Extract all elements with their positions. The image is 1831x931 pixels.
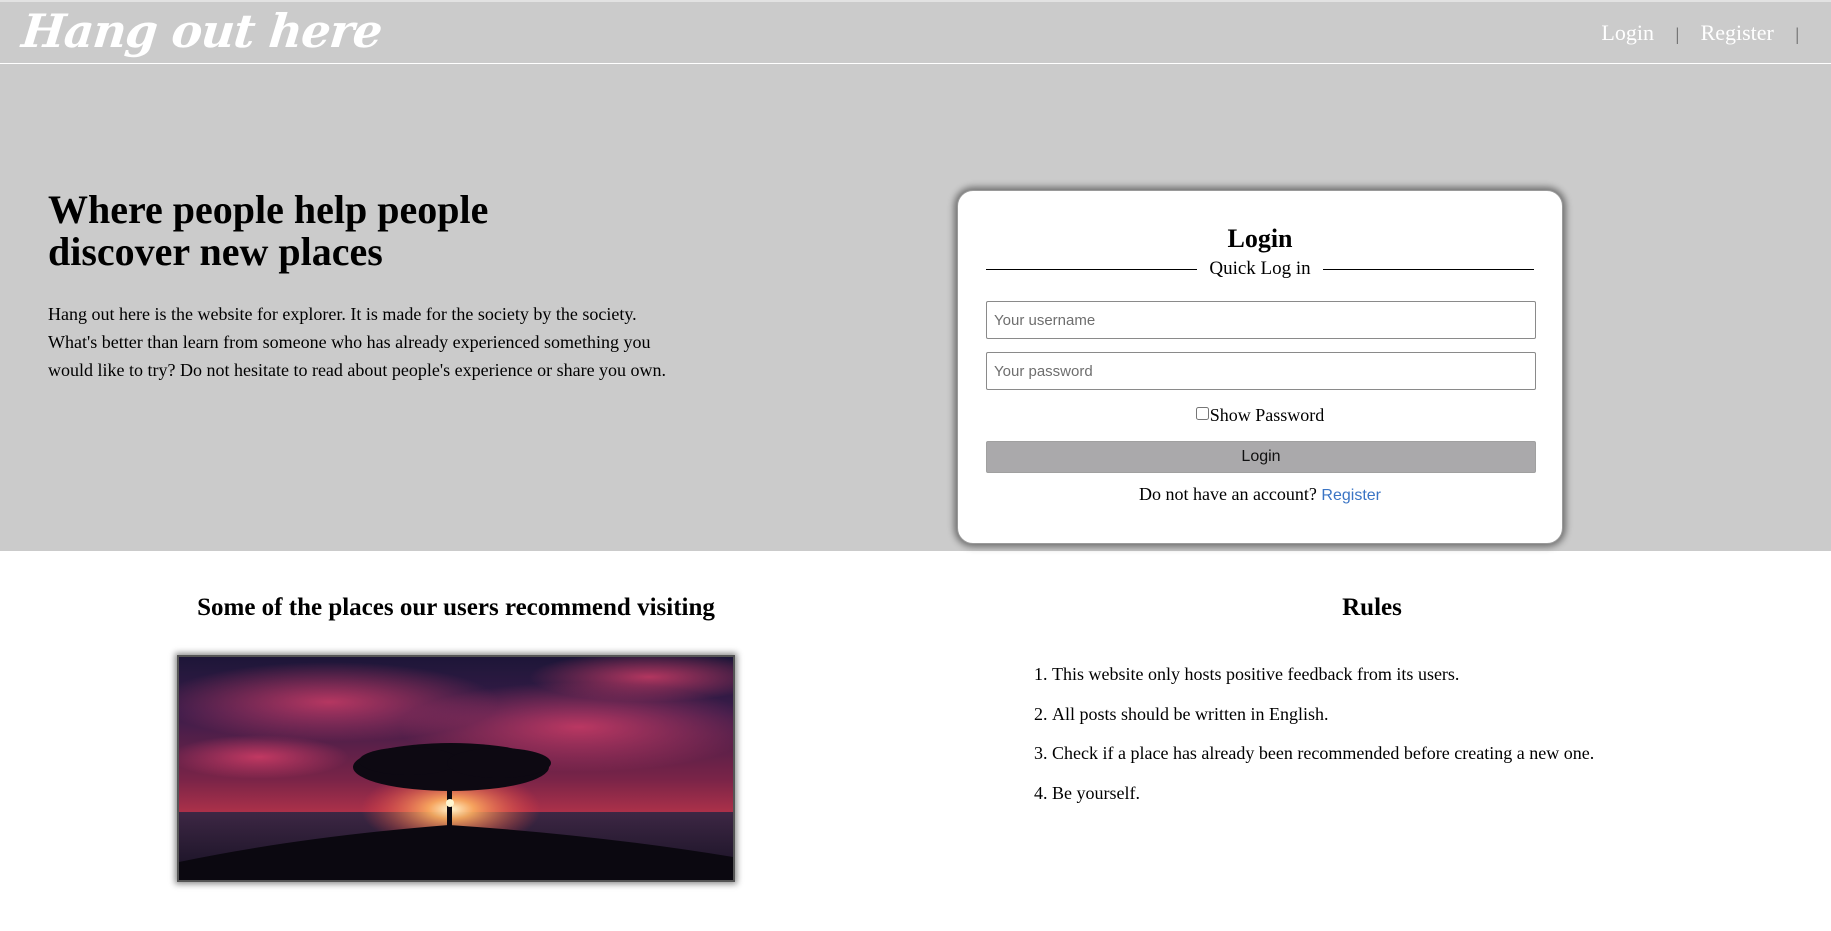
rule-item: Check if a place has already been recomm…: [1052, 739, 1594, 779]
top-nav-links: Login | Register |: [1601, 20, 1815, 46]
sunset-tree-photo: [177, 655, 735, 882]
hero-section: Where people help people discover new pl…: [0, 64, 1831, 551]
login-card: Login Quick Log in Show Password Login D…: [957, 190, 1563, 544]
sunset-tree-illustration: [179, 657, 733, 880]
rules-list: This website only hosts positive feedbac…: [1034, 660, 1594, 818]
divider-line-right: [1322, 268, 1535, 270]
show-password-checkbox[interactable]: [1195, 407, 1209, 420]
register-prompt: Do not have an account? Register: [958, 484, 1562, 505]
nav-separator: |: [1675, 24, 1680, 44]
rule-item: Be yourself.: [1052, 779, 1594, 819]
nav-register-link[interactable]: Register: [1701, 20, 1774, 45]
register-link[interactable]: Register: [1321, 487, 1381, 504]
rule-item: This website only hosts positive feedbac…: [1052, 660, 1594, 700]
site-logo[interactable]: Hang out here: [19, 4, 384, 58]
show-password-row: Show Password: [958, 405, 1562, 426]
rule-item: All posts should be written in English.: [1052, 700, 1594, 740]
places-section-title: Some of the places our users recommend v…: [197, 594, 715, 621]
quick-login-label: Quick Log in: [1209, 258, 1311, 279]
show-password-label[interactable]: Show Password: [1210, 405, 1325, 425]
top-navbar: Hang out here Login | Register |: [0, 0, 1831, 64]
rules-title: Rules: [1342, 594, 1402, 621]
username-input[interactable]: [986, 301, 1536, 339]
hero-description: Hang out here is the website for explore…: [48, 304, 667, 380]
quick-login-divider: Quick Log in: [986, 254, 1535, 284]
login-title: Login: [1227, 224, 1293, 253]
password-input[interactable]: [986, 352, 1536, 390]
login-submit-button[interactable]: Login: [986, 441, 1536, 473]
nav-separator-trailing: |: [1795, 24, 1799, 44]
hero-title: Where people help people discover new pl…: [48, 187, 489, 274]
divider-line-left: [986, 268, 1198, 270]
nav-login-link[interactable]: Login: [1601, 20, 1654, 45]
no-account-text: Do not have an account?: [1138, 484, 1317, 504]
